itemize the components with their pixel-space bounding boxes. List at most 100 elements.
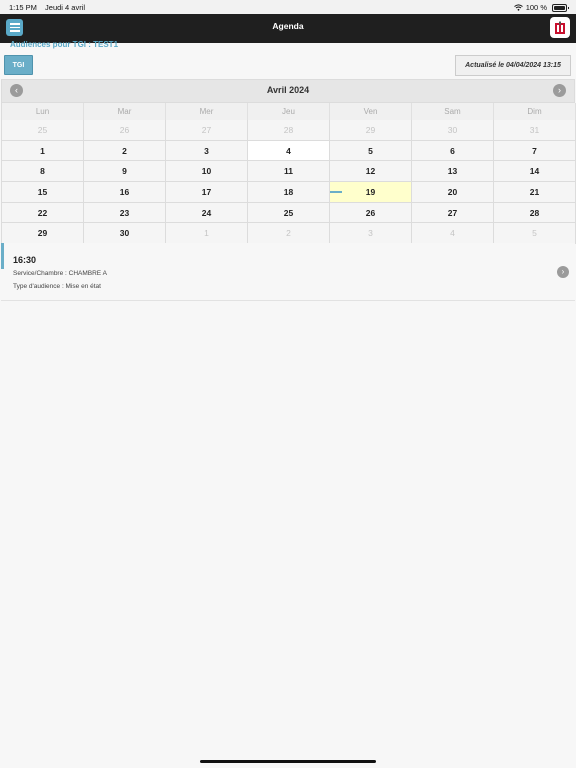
status-right: 100 %	[513, 3, 569, 12]
day-cell[interactable]: 20	[412, 182, 494, 203]
day-cell[interactable]: 11	[248, 161, 330, 183]
weekday-label: Ven	[330, 103, 412, 120]
day-cell[interactable]: 31	[494, 120, 576, 141]
day-cell[interactable]: 22	[2, 202, 84, 224]
day-number: 2	[286, 228, 291, 239]
day-cell[interactable]: 3	[166, 140, 248, 162]
next-month-button[interactable]: ›	[553, 84, 566, 97]
day-number: 6	[450, 145, 455, 156]
day-cell[interactable]: 26	[330, 202, 412, 224]
day-cell[interactable]: 18	[248, 182, 330, 203]
last-updated-label: Actualisé le 04/04/2024 13:15	[455, 55, 571, 76]
day-cell[interactable]: 21	[494, 182, 576, 203]
day-cell[interactable]: 28	[248, 120, 330, 141]
day-cell[interactable]: 14	[494, 161, 576, 183]
day-cell[interactable]: 23	[84, 202, 166, 224]
day-cell[interactable]: 30	[84, 223, 166, 245]
event-type: Type d'audience : Mise en état	[13, 283, 101, 290]
day-cell[interactable]: 2	[84, 140, 166, 162]
day-number: 9	[122, 166, 127, 177]
day-number: 29	[37, 228, 48, 239]
day-number: 12	[365, 166, 376, 177]
day-number: 1	[204, 228, 209, 239]
day-number: 2	[122, 145, 127, 156]
calendar: ‹ Avril 2024 › Lun Mar Mer Jeu Ven Sam Dim 25 2…	[1, 79, 576, 245]
chevron-right-icon[interactable]: ›	[557, 266, 569, 278]
day-cell[interactable]: 28	[494, 202, 576, 224]
day-cell-selected[interactable]: 19	[330, 182, 412, 203]
day-cell[interactable]: 5	[494, 223, 576, 245]
wifi-icon	[513, 4, 523, 11]
day-cell[interactable]: 5	[330, 140, 412, 162]
day-number: 30	[447, 124, 458, 135]
app-logo-button[interactable]	[550, 17, 570, 38]
status-date: Jeudi 4 avril	[45, 3, 86, 12]
day-number: 20	[447, 186, 458, 197]
day-number: 11	[284, 166, 293, 177]
day-cell[interactable]: 1	[166, 223, 248, 245]
day-number: 3	[204, 145, 209, 156]
page-title: Agenda	[272, 21, 304, 31]
app-logo-icon	[555, 21, 565, 34]
day-cell[interactable]: 29	[2, 223, 84, 245]
day-cell[interactable]: 3	[330, 223, 412, 245]
battery-percent: 100 %	[525, 3, 547, 12]
status-time: 1:15 PM	[9, 3, 37, 12]
status-left: 1:15 PM Jeudi 4 avril	[9, 3, 85, 12]
day-cell[interactable]: 16	[84, 182, 166, 203]
day-cell[interactable]: 8	[2, 161, 84, 183]
day-number: 21	[529, 186, 540, 197]
day-number: 17	[201, 186, 212, 197]
day-cell[interactable]: 6	[412, 140, 494, 162]
day-number: 7	[532, 145, 537, 156]
event-time: 16:30	[13, 255, 37, 265]
day-cell[interactable]: 30	[412, 120, 494, 141]
day-cell[interactable]: 7	[494, 140, 576, 162]
weekday-label: Mar	[84, 103, 166, 120]
day-cell[interactable]: 26	[84, 120, 166, 141]
day-number: 26	[119, 124, 130, 135]
day-cell[interactable]: 10	[166, 161, 248, 183]
day-cell[interactable]: 9	[84, 161, 166, 183]
month-title: Avril 2024	[266, 85, 310, 95]
day-number: 18	[283, 186, 294, 197]
hearing-list-item[interactable]: 16:30 Service/Chambre : CHAMBRE A Type d…	[1, 243, 575, 301]
day-number: 30	[119, 228, 130, 239]
day-number: 29	[365, 124, 376, 135]
day-number: 23	[119, 207, 130, 218]
day-number: 15	[37, 186, 48, 197]
day-number: 25	[37, 124, 48, 135]
calendar-header: ‹ Avril 2024 ›	[1, 79, 575, 103]
day-number: 4	[450, 228, 455, 239]
day-cell[interactable]: 27	[166, 120, 248, 141]
day-number: 26	[365, 207, 376, 218]
event-service: Service/Chambre : CHAMBRE A	[13, 270, 107, 277]
weekday-label: Mer	[166, 103, 248, 120]
day-cell[interactable]: 12	[330, 161, 412, 183]
day-number: 1	[40, 145, 45, 156]
day-cell[interactable]: 24	[166, 202, 248, 224]
day-number: 25	[283, 207, 294, 218]
day-cell[interactable]: 25	[2, 120, 84, 141]
day-cell[interactable]: 27	[412, 202, 494, 224]
weekday-label: Jeu	[248, 103, 330, 120]
hearings-subtitle: Audiences pour TGI : TEST1	[10, 40, 119, 49]
weekday-label: Sam	[412, 103, 494, 120]
day-number: 28	[529, 207, 540, 218]
day-number: 31	[529, 124, 540, 135]
nav-bar: Agenda	[0, 14, 576, 43]
day-number: 4	[286, 145, 291, 156]
day-cell[interactable]: 29	[330, 120, 412, 141]
day-cell[interactable]: 13	[412, 161, 494, 183]
day-cell-today[interactable]: 4	[248, 140, 330, 162]
status-bar: 1:15 PM Jeudi 4 avril 100 %	[0, 0, 576, 14]
day-cell[interactable]: 4	[412, 223, 494, 245]
day-number: 22	[37, 207, 48, 218]
tgi-filter-button[interactable]: TGI	[4, 55, 33, 75]
day-cell[interactable]: 15	[2, 182, 84, 203]
day-cell[interactable]: 1	[2, 140, 84, 162]
day-cell[interactable]: 25	[248, 202, 330, 224]
day-cell[interactable]: 2	[248, 223, 330, 245]
day-cell[interactable]: 17	[166, 182, 248, 203]
day-grid: 25 26 27 28 29 30 31 1 2 3 4 5 6 7 8 9 10 11 12 13 14 15 16 17 1…	[1, 120, 576, 245]
